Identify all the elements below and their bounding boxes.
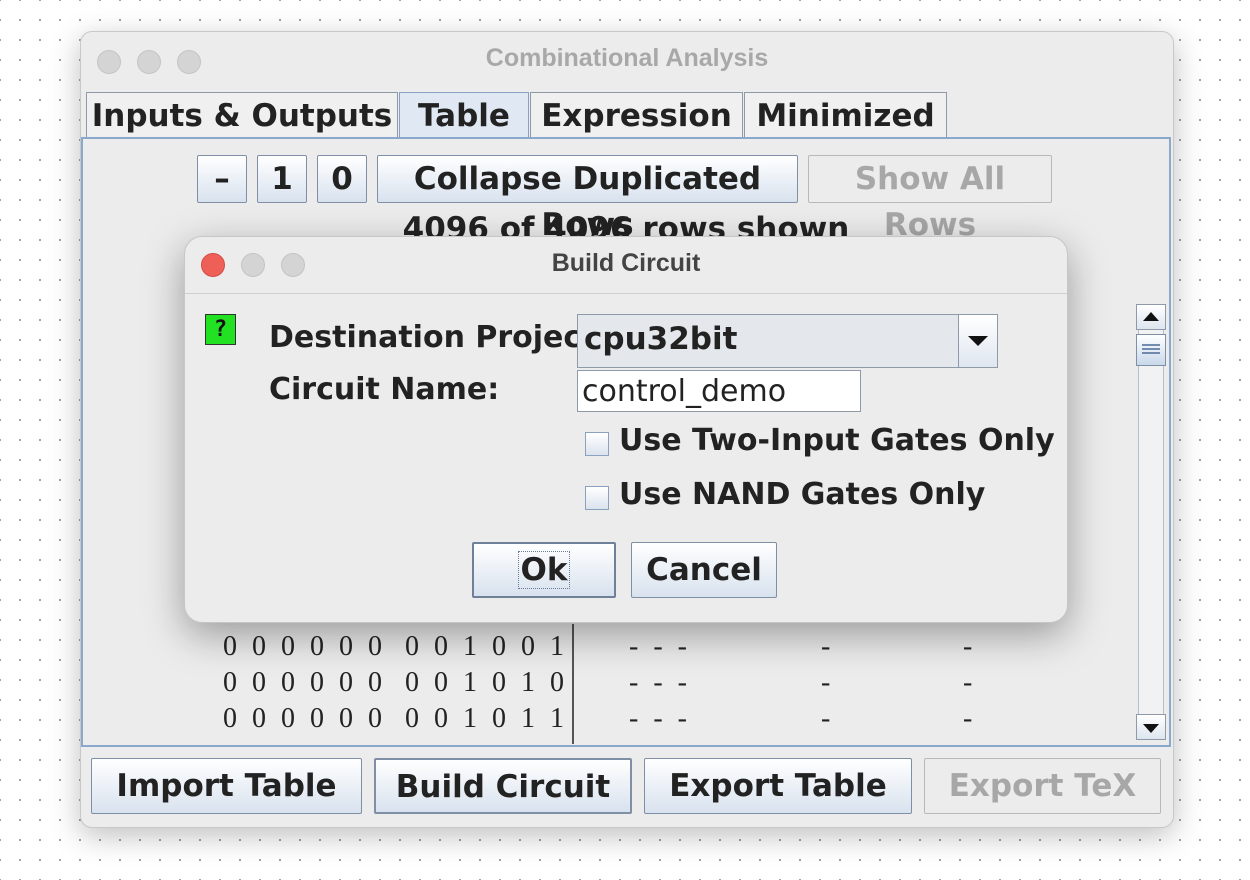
- two-input-gates-label[interactable]: Use Two-Input Gates Only: [619, 423, 1055, 458]
- table-cell-outputs[interactable]: -: [963, 667, 976, 699]
- scroll-thumb[interactable]: [1136, 334, 1166, 366]
- destination-project-value: cpu32bit: [584, 321, 738, 357]
- import-table-button[interactable]: Import Table: [91, 758, 362, 814]
- cancel-button[interactable]: Cancel: [631, 542, 777, 598]
- two-input-gates-checkbox[interactable]: [585, 432, 609, 456]
- show-all-rows-button[interactable]: Show All Rows: [808, 155, 1052, 243]
- table-row: 0 0 0 0 0 0 0 0 1 0 1 0 - - - - -: [223, 667, 1043, 701]
- table-cell-outputs[interactable]: -: [963, 703, 976, 735]
- build-circuit-button[interactable]: Build Circuit: [374, 758, 632, 814]
- table-cell-outputs[interactable]: -: [821, 631, 834, 663]
- tab-minimized[interactable]: Minimized: [744, 92, 947, 138]
- tab-expression[interactable]: Expression: [530, 92, 743, 138]
- tab-table[interactable]: Table: [399, 92, 529, 138]
- question-mark-icon[interactable]: ?: [205, 314, 236, 345]
- scroll-track[interactable]: [1138, 330, 1164, 714]
- window-titlebar: Combinational Analysis: [81, 32, 1173, 88]
- circuit-name-input[interactable]: [577, 370, 861, 412]
- table-cell-outputs[interactable]: - - -: [629, 667, 691, 699]
- table-row: 0 0 0 0 0 0 0 0 1 0 1 1 - - - - -: [223, 703, 1043, 737]
- export-table-button[interactable]: Export Table: [644, 758, 912, 814]
- chevron-down-icon: [968, 336, 988, 346]
- destination-project-label: Destination Project:: [269, 320, 608, 355]
- table-cell-inputs: 0 0 0 0 0 0: [223, 667, 386, 698]
- table-row: 0 0 0 0 0 0 0 0 1 0 0 1 - - - - -: [223, 631, 1043, 665]
- arrow-down-icon: [1143, 724, 1159, 733]
- export-tex-button[interactable]: Export TeX: [924, 758, 1161, 814]
- zero-button[interactable]: 0: [317, 155, 367, 203]
- table-cell-inputs: 0 0 0 0 0 0: [223, 631, 386, 662]
- table-column-divider: [572, 624, 574, 744]
- circuit-name-label: Circuit Name:: [269, 372, 500, 407]
- dialog-separator: [185, 293, 1067, 294]
- table-cell-inputs: 0 0 1 0 0 1: [405, 631, 568, 662]
- table-cell-outputs[interactable]: -: [963, 631, 976, 663]
- nand-gates-label[interactable]: Use NAND Gates Only: [619, 477, 985, 512]
- table-cell-inputs: 0 0 0 0 0 0: [223, 703, 386, 734]
- tab-inputs-outputs[interactable]: Inputs & Outputs: [86, 92, 398, 138]
- table-cell-inputs: 0 0 1 0 1 0: [405, 667, 568, 698]
- table-cell-inputs: 0 0 1 0 1 1: [405, 703, 568, 734]
- ok-button-label: Ok: [517, 551, 571, 589]
- table-cell-outputs[interactable]: -: [821, 703, 834, 735]
- table-cell-outputs[interactable]: - - -: [629, 631, 691, 663]
- table-scrollbar[interactable]: [1136, 304, 1166, 744]
- nand-gates-checkbox[interactable]: [585, 486, 609, 510]
- dialog-title: Build Circuit: [551, 249, 701, 277]
- one-button[interactable]: 1: [257, 155, 307, 203]
- arrow-up-icon: [1143, 312, 1159, 321]
- scroll-up-button[interactable]: [1136, 304, 1166, 330]
- window-title: Combinational Analysis: [485, 44, 769, 72]
- ok-button[interactable]: Ok: [472, 542, 616, 598]
- combo-dropdown-button[interactable]: [958, 315, 997, 367]
- grip-icon: [1142, 344, 1160, 354]
- collapse-duplicated-rows-button[interactable]: Collapse Duplicated Rows: [377, 155, 798, 243]
- build-circuit-dialog: Build Circuit ? Destination Project: cpu…: [184, 236, 1068, 623]
- destination-project-select[interactable]: cpu32bit: [577, 314, 998, 368]
- table-cell-outputs[interactable]: - - -: [629, 703, 691, 735]
- scroll-down-button[interactable]: [1136, 714, 1166, 740]
- table-cell-outputs[interactable]: -: [821, 667, 834, 699]
- minus-button[interactable]: –: [197, 155, 247, 203]
